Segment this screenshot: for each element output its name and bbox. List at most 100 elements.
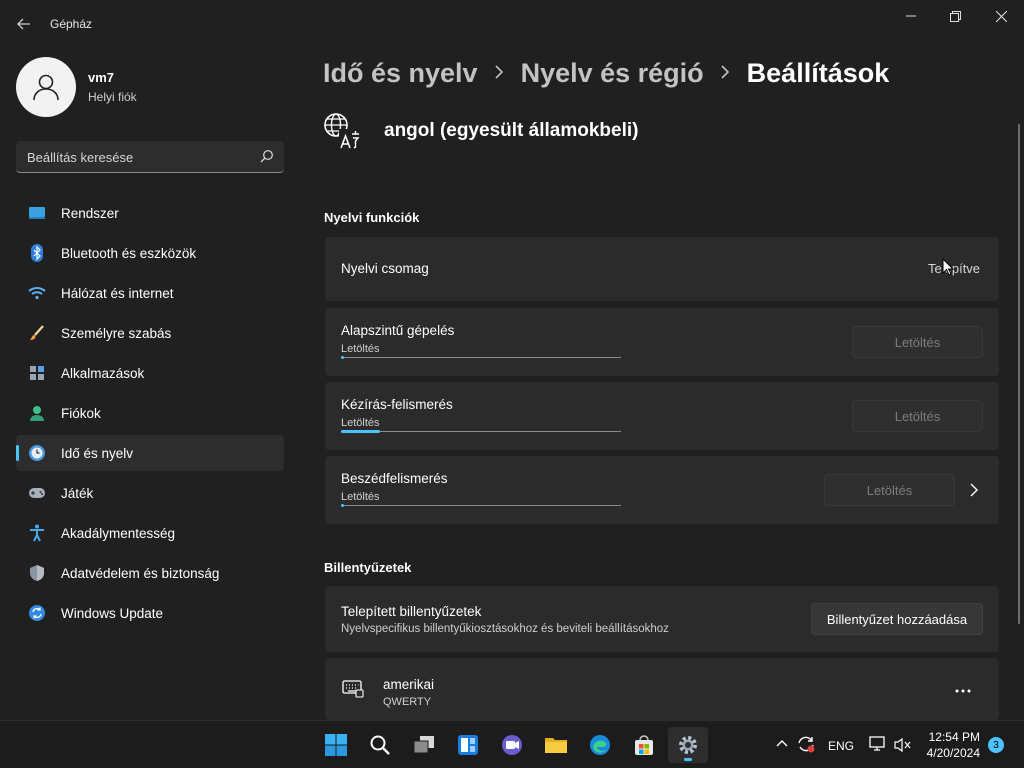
breadcrumb-time-language[interactable]: Idő és nyelv (323, 58, 478, 89)
minimize-button[interactable] (888, 0, 934, 32)
sidebar-item-network[interactable]: Hálózat és internet (16, 275, 284, 311)
progress-fill (341, 430, 381, 433)
feature-label: Alapszintű gépelés (341, 323, 455, 338)
task-view-icon (413, 736, 434, 754)
keyboard-name: amerikai (383, 677, 435, 692)
more-options-icon[interactable] (955, 689, 971, 693)
account-icon (27, 403, 47, 423)
edge-button[interactable] (580, 727, 620, 763)
page-title: Beállítások (746, 58, 890, 88)
app-title: Gépház (50, 17, 93, 31)
language-pack-label: Nyelvi csomag (341, 261, 429, 276)
feature-label: Kézírás-felismerés (341, 397, 453, 412)
sidebar-item-gaming[interactable]: Játék (16, 475, 284, 511)
breadcrumb-language-region[interactable]: Nyelv és régió (521, 58, 704, 89)
sidebar-item-apps[interactable]: Alkalmazások (16, 355, 284, 391)
settings-taskbar-button[interactable] (668, 727, 708, 763)
user-profile[interactable]: vm7 Helyi fiók (16, 57, 137, 117)
clock-time: 12:54 PM (928, 730, 980, 744)
file-explorer-button[interactable] (536, 727, 576, 763)
download-button[interactable]: Letöltés (824, 474, 955, 506)
sidebar-item-label: Alkalmazások (61, 365, 145, 381)
restore-icon (949, 10, 961, 22)
scrollbar[interactable] (1018, 124, 1020, 624)
widgets-icon (458, 735, 478, 755)
feature-status: Letöltés (341, 491, 380, 503)
back-button[interactable] (10, 12, 38, 36)
progress-bar (341, 356, 621, 359)
sync-icon[interactable] (796, 734, 816, 754)
sidebar-item-label: Személyre szabás (61, 325, 172, 341)
chevron-right-icon (495, 62, 504, 85)
sidebar-nav: Rendszer Bluetooth és eszközök Hálózat é… (16, 195, 284, 635)
sidebar-item-label: Fiókok (61, 405, 101, 421)
download-button[interactable]: Letöltés (852, 326, 983, 358)
chat-button[interactable] (492, 727, 532, 763)
feature-status: Letöltés (341, 417, 380, 429)
sidebar-item-bluetooth[interactable]: Bluetooth és eszközök (16, 235, 284, 271)
sidebar-item-windows-update[interactable]: Windows Update (16, 595, 284, 631)
add-keyboard-button[interactable]: Billentyűzet hozzáadása (811, 603, 983, 635)
section-title-language-features: Nyelvi funkciók (324, 210, 420, 225)
keyboard-icon (342, 680, 364, 698)
volume-muted-icon[interactable] (894, 737, 912, 753)
time-language-icon (27, 443, 47, 463)
sidebar-item-accessibility[interactable]: Akadálymentesség (16, 515, 284, 551)
search-icon[interactable] (260, 149, 274, 163)
windows-icon (325, 734, 347, 756)
network-icon[interactable] (869, 736, 887, 752)
close-button[interactable] (978, 0, 1024, 32)
feature-label: Beszédfelismerés (341, 471, 448, 486)
language-header: angol (egyesült államokbeli) (323, 112, 638, 150)
feature-card-handwriting: Kézírás-felismerés Letöltés Letöltés (325, 382, 999, 450)
progress-bar (341, 504, 621, 507)
chevron-right-icon[interactable] (970, 483, 978, 497)
brush-icon (27, 323, 47, 343)
taskbar-search-button[interactable] (360, 727, 400, 763)
language-pack-status: Telepítve (928, 261, 981, 276)
arrow-left-icon (17, 18, 30, 30)
keyboard-list-item: amerikai QWERTY (325, 658, 999, 720)
download-button[interactable]: Letöltés (852, 400, 983, 432)
sidebar-item-time-language[interactable]: Idő és nyelv (16, 435, 284, 471)
sidebar-item-label: Hálózat és internet (61, 285, 174, 301)
sidebar-item-label: Windows Update (61, 605, 164, 621)
installed-keyboards-card: Telepített billentyűzetek Nyelvspecifiku… (325, 586, 999, 652)
sidebar-item-label: Bluetooth és eszközök (61, 245, 197, 261)
feature-card-speech[interactable]: Beszédfelismerés Letöltés Letöltés (325, 456, 999, 524)
apps-icon (27, 363, 47, 383)
breadcrumb: Idő és nyelv Nyelv és régió Beállítások (323, 58, 889, 89)
search-placeholder: Beállítás keresése (27, 150, 134, 165)
sidebar-item-label: Akadálymentesség (61, 525, 176, 541)
search-icon (370, 735, 390, 755)
store-button[interactable] (624, 727, 664, 763)
sidebar-item-accounts[interactable]: Fiókok (16, 395, 284, 431)
keyboard-layout: QWERTY (383, 696, 432, 708)
chevron-right-icon (721, 62, 730, 85)
wifi-icon (27, 283, 47, 303)
language-pack-card: Nyelvi csomag Telepítve (325, 237, 999, 301)
sidebar-item-privacy[interactable]: Adatvédelem és biztonság (16, 555, 284, 591)
search-input[interactable]: Beállítás keresése (16, 141, 284, 173)
task-view-button[interactable] (404, 727, 444, 763)
store-icon (635, 735, 653, 755)
maximize-button[interactable] (932, 0, 978, 32)
system-icon (27, 203, 47, 223)
notification-badge[interactable]: 3 (988, 737, 1004, 753)
sidebar-item-label: Játék (61, 485, 94, 501)
folder-icon (545, 738, 567, 753)
sidebar-item-system[interactable]: Rendszer (16, 195, 284, 231)
widgets-button[interactable] (448, 727, 488, 763)
mouse-cursor-icon (942, 258, 954, 276)
close-icon (995, 10, 1007, 22)
minimize-icon (906, 15, 916, 17)
start-button[interactable] (316, 727, 356, 763)
title-bar: Gépház (0, 0, 1024, 48)
input-language-indicator[interactable]: ENG (828, 739, 854, 753)
sidebar-item-personalization[interactable]: Személyre szabás (16, 315, 284, 351)
user-icon (33, 74, 59, 101)
sidebar-item-label: Rendszer (61, 205, 119, 221)
chevron-up-icon[interactable] (776, 739, 788, 747)
clock[interactable]: 12:54 PM 4/20/2024 (922, 729, 980, 761)
edge-icon (590, 735, 610, 755)
